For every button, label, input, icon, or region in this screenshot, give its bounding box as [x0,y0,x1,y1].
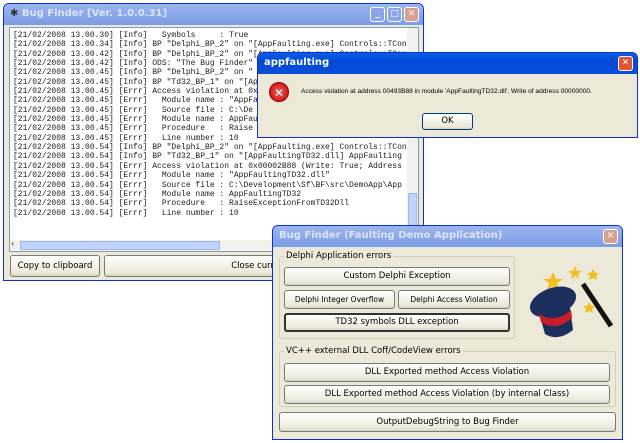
log-line: [21/02/2008 13.00.54] [Errr] Module name… [13,171,330,181]
dll-access-violation-button[interactable]: DLL Exported method Access Violation [284,363,610,382]
log-line: [21/02/2008 13.00.54] [Errr] Line number… [13,208,239,218]
ok-button[interactable]: OK [422,113,473,130]
delphi-access-violation-button[interactable]: Delphi Access Violation [398,290,510,309]
magic-wand [580,282,614,328]
td32-dll-exception-button[interactable]: TD32 symbols DLL exception [284,313,510,332]
log-line: [21/02/2008 13.00.54] [Errr] Access viol… [13,161,402,171]
log-line: [21/02/2008 13.00.54] [Info] BP "Td32_BP… [13,152,402,162]
maximize-button[interactable]: □ [387,7,402,22]
bug-icon: ✱ [10,8,19,19]
dialog-title-bar[interactable]: appfaulting ✕ [258,53,637,74]
demo-title: Bug Finder (Faulting Demo Application) [279,230,503,241]
log-line: [21/02/2008 13.00.54] [Info] BP "Delphi_… [13,143,407,153]
log-line: [21/02/2008 13.00.54] [Errr] Procedure :… [13,199,350,209]
error-dialog: appfaulting ✕ ✕ Access violation at addr… [257,52,638,138]
dll-access-violation-class-button[interactable]: DLL Exported method Access Violation (by… [284,385,610,404]
scroll-thumb-h[interactable] [20,241,220,250]
delphi-integer-overflow-button[interactable]: Delphi Integer Overflow [284,290,395,309]
title-bar[interactable]: ✱ Bug Finder [Ver. 1.0.0.31] _ □ ✕ [4,4,423,25]
demo-title-bar[interactable]: Bug Finder (Faulting Demo Application) ✕ [273,226,622,247]
log-line: [21/02/2008 13.00.54] [Errr] Source file… [13,180,402,190]
error-message: Access violation at address 00493B88 in … [301,88,592,95]
group-label: Delphi Application errors [284,251,394,261]
dialog-close-button[interactable]: ✕ [618,56,633,71]
demo-window: Bug Finder (Faulting Demo Application) ✕… [272,225,623,440]
scroll-left-icon[interactable]: ‹ [11,239,14,248]
log-line: [21/02/2008 13.00.30] [Info] Symbols : T… [13,31,249,40]
custom-delphi-exception-button[interactable]: Custom Delphi Exception [284,267,510,286]
log-line: [21/02/2008 13.00.54] [Errr] Module name… [13,189,302,199]
window-title: Bug Finder [Ver. 1.0.0.31] [21,8,168,19]
error-icon: ✕ [269,82,289,102]
copy-to-clipboard-button[interactable]: Copy to clipboard [10,255,100,277]
dialog-title: appfaulting [264,57,330,68]
close-button[interactable]: ✕ [404,7,419,22]
demo-close-button[interactable]: ✕ [603,229,618,244]
minimize-button[interactable]: _ [370,7,385,22]
log-line: [21/02/2008 13.00.34] [Info] BP "Delphi_… [13,40,407,50]
output-debug-string-button[interactable]: OutputDebugString to Bug Finder [279,412,616,432]
group-label: VC++ external DLL Coff/CodeView errors [284,346,463,356]
magic-hat-image [529,266,614,338]
